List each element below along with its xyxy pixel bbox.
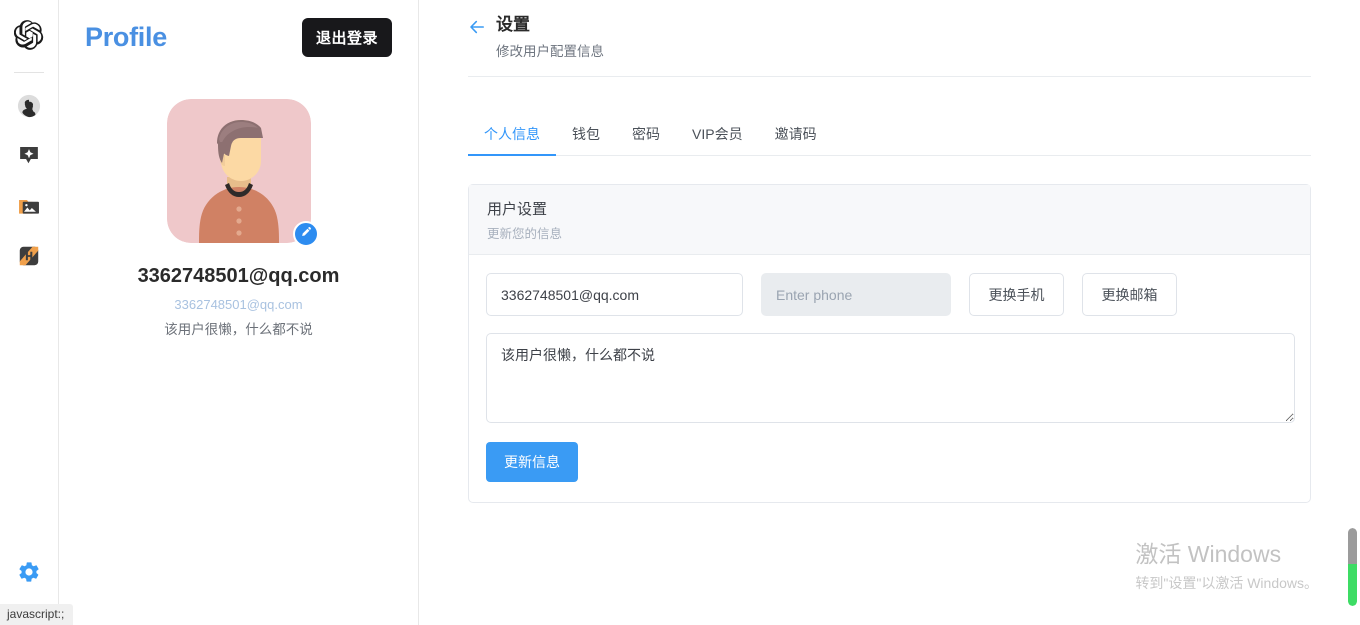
watermark-subtitle: 转到"设置"以激活 Windows。 [1135,573,1318,593]
card-header: 用户设置 更新您的信息 [469,185,1310,255]
page-scrollbar[interactable] [1348,528,1357,606]
pencil-icon [300,225,312,243]
profile-bio: 该用户很懒，什么都不说 [59,318,418,338]
swap-flash-icon [17,244,41,273]
bio-textarea[interactable] [486,333,1295,423]
card-subtitle: 更新您的信息 [487,223,1292,242]
card-title: 用户设置 [487,198,1292,219]
status-bar-link-preview: javascript:; [0,604,73,625]
sparkle-badge-icon [17,144,41,173]
rail-divider [14,72,44,73]
tab-vip[interactable]: VIP会员 [676,118,759,156]
change-phone-button[interactable]: 更换手机 [969,273,1064,316]
rail-item-swap[interactable] [16,245,42,271]
phone-field[interactable] [761,273,951,316]
card-body: 更换手机 更换邮箱 更新信息 [469,255,1310,502]
profile-header: Profile 退出登录 [59,0,418,57]
avatar-person-icon [17,94,41,123]
rail-item-settings[interactable] [16,559,42,585]
profile-column: Profile 退出登录 [59,0,419,625]
app-root: Profile 退出登录 [0,0,1360,625]
gear-icon [17,560,41,584]
profile-email: 3362748501@qq.com [59,297,418,312]
scrollbar-thumb-grey[interactable] [1348,528,1357,564]
rail-bottom-area [0,559,58,585]
change-email-button[interactable]: 更换邮箱 [1082,273,1177,316]
watermark-title: 激活 Windows [1135,540,1318,569]
contact-field-row: 更换手机 更换邮箱 [486,273,1293,316]
panel-header: 设置 修改用户配置信息 [419,0,1360,60]
icon-rail [0,0,59,625]
settings-panel: 设置 修改用户配置信息 个人信息 钱包 密码 VIP会员 邀请码 用户设置 更新… [419,0,1360,625]
avatar-edit-button[interactable] [293,221,319,247]
openai-logo[interactable] [14,20,44,50]
avatar[interactable] [167,99,311,243]
tab-bar: 个人信息 钱包 密码 VIP会员 邀请码 [468,118,1311,156]
user-avatar-illustration [167,99,311,243]
rail-item-avatar[interactable] [16,95,42,121]
image-folder-icon [17,194,41,223]
tab-invite-code[interactable]: 邀请码 [759,118,833,156]
arrow-left-icon[interactable] [468,18,486,36]
change-phone-wrap: 更换手机 [969,273,1064,316]
tab-password[interactable]: 密码 [616,118,676,156]
panel-subtitle: 修改用户配置信息 [496,40,604,60]
scrollbar-thumb-green[interactable] [1348,564,1357,606]
panel-title: 设置 [496,14,604,35]
email-field[interactable] [486,273,743,316]
profile-name: 3362748501@qq.com [59,265,418,288]
user-settings-card: 用户设置 更新您的信息 更换手机 更换邮箱 更新信息 [468,184,1311,503]
tab-personal-info[interactable]: 个人信息 [468,118,556,156]
windows-activation-watermark: 激活 Windows 转到"设置"以激活 Windows。 [1135,540,1318,593]
rail-item-gallery[interactable] [16,195,42,221]
rail-item-list [16,95,42,271]
tab-wallet[interactable]: 钱包 [556,118,616,156]
logout-button[interactable]: 退出登录 [302,18,392,57]
header-divider [468,76,1311,77]
update-info-button[interactable]: 更新信息 [486,442,578,482]
page-title: Profile [85,21,167,53]
rail-item-sparkle[interactable] [16,145,42,171]
